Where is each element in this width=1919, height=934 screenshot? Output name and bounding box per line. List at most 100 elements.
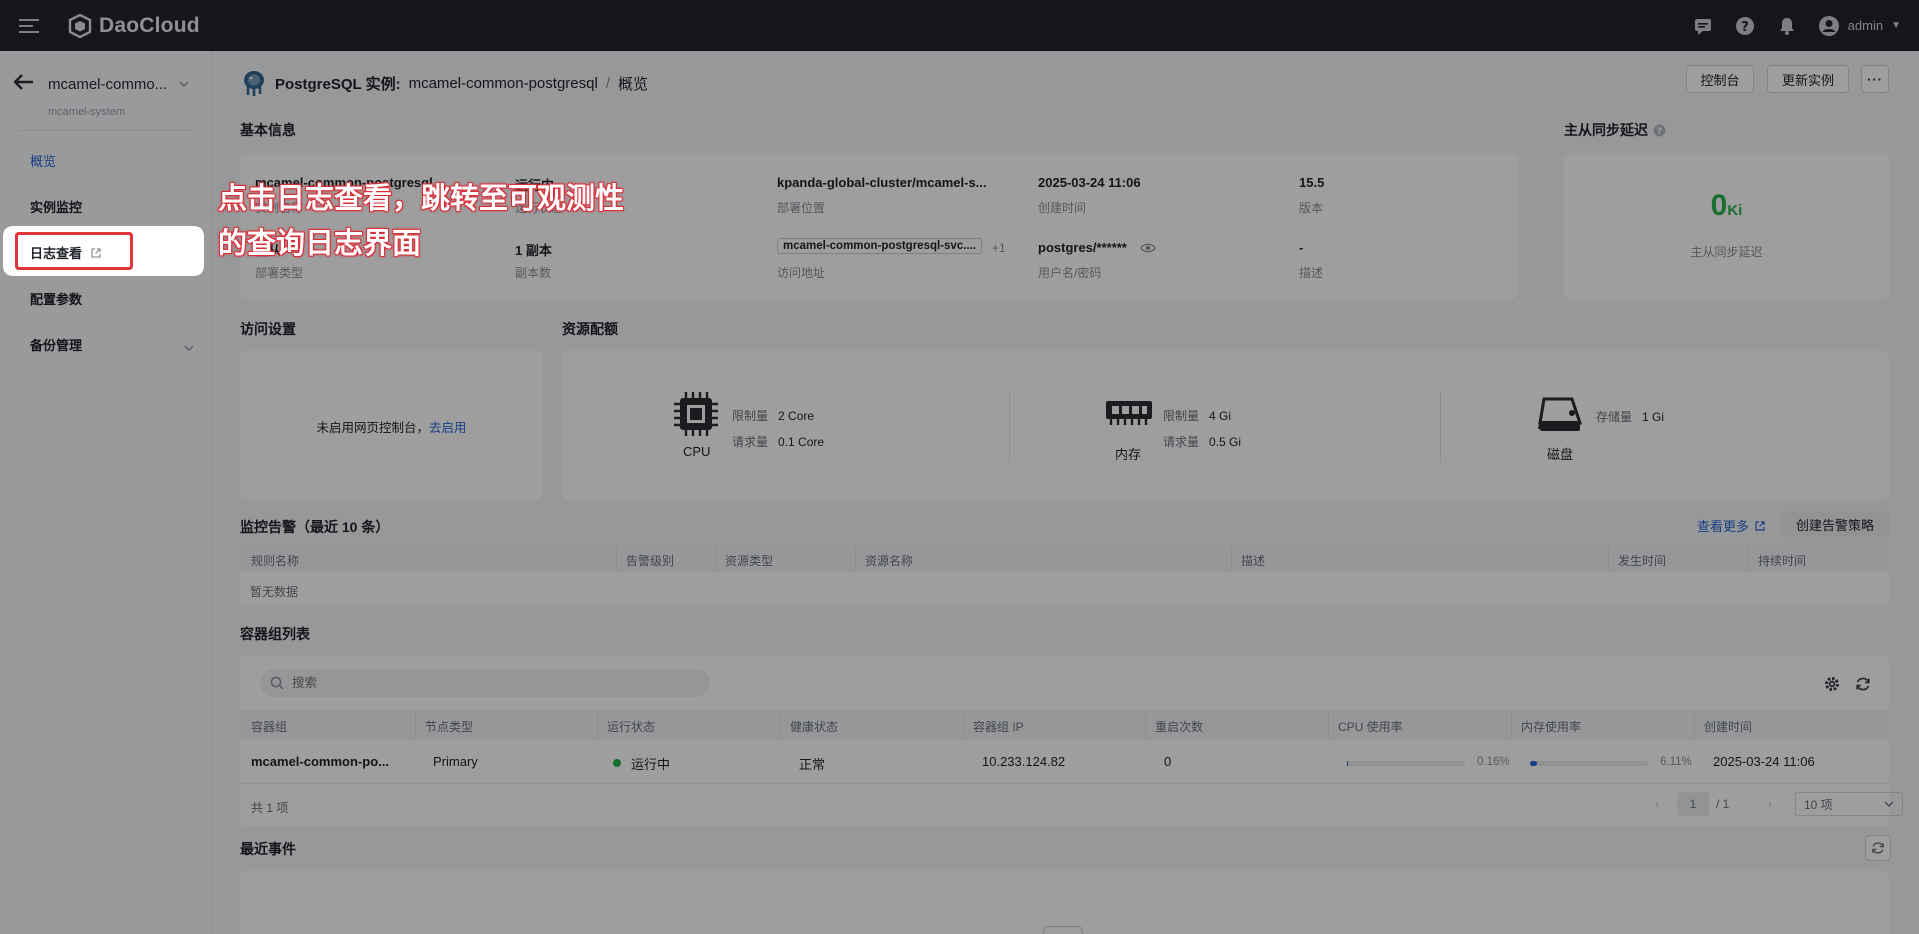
pod-status: 运行中: [631, 757, 671, 772]
access-settings-card: 未启用网页控制台，去启用: [240, 351, 543, 499]
pods-title: 容器组列表: [240, 626, 310, 642]
total-count: 共 1 项: [251, 801, 289, 815]
sidebar-item-overview[interactable]: 概览: [30, 151, 56, 170]
search-box[interactable]: [260, 669, 710, 697]
help-icon[interactable]: ?: [1653, 124, 1666, 137]
page-total: / 1: [1716, 797, 1730, 811]
access-address-more[interactable]: +1: [992, 241, 1006, 255]
location-label: 部署位置: [777, 201, 826, 215]
version-value: 15.5: [1299, 175, 1325, 190]
prev-page-icon[interactable]: ‹: [1655, 797, 1659, 811]
disk-icon: [1538, 397, 1583, 431]
next-page-icon[interactable]: ›: [1768, 797, 1772, 811]
search-icon: [270, 676, 284, 690]
sidebar-item-monitoring[interactable]: 实例监控: [30, 197, 82, 216]
location-value: kpanda-global-cluster/mcamel-s...: [777, 175, 987, 190]
column-header: 规则名称: [251, 554, 300, 568]
column-header: CPU 使用率: [1338, 720, 1403, 734]
memory-usage-bar: [1530, 761, 1648, 766]
highlight-box: [15, 232, 133, 270]
back-arrow-icon[interactable]: [13, 73, 36, 96]
more-button[interactable]: ···: [1861, 65, 1889, 93]
column-header: 资源类型: [725, 554, 774, 568]
sync-delay-value: 0: [1710, 189, 1728, 222]
sidebar-item-config[interactable]: 配置参数: [30, 289, 82, 308]
column-header: 描述: [1241, 554, 1266, 568]
page-input[interactable]: 1: [1677, 792, 1709, 816]
column-header: 重启次数: [1155, 720, 1204, 734]
page-size-select[interactable]: 10 项: [1795, 792, 1903, 816]
update-instance-button[interactable]: 更新实例: [1767, 65, 1849, 93]
status-dot: [613, 759, 621, 767]
column-header: 运行状态: [607, 720, 656, 734]
cpu-usage-fill: [1347, 761, 1349, 766]
sidebar: mcamel-commo... mcamel-system 概览 实例监控 日志…: [0, 51, 212, 934]
menu-icon[interactable]: [19, 18, 39, 33]
refresh-icon[interactable]: [1855, 676, 1871, 692]
refresh-events-button[interactable]: [1865, 835, 1891, 861]
memory-request: 请求量 0.5 Gi: [1163, 433, 1241, 450]
pod-name[interactable]: mcamel-common-po...: [251, 754, 389, 769]
annotation-callout: 点击日志查看，跳转至可观测性 的查询日志界面: [218, 176, 624, 266]
bell-icon[interactable]: [1776, 15, 1798, 37]
column-header: 告警级别: [626, 554, 675, 568]
events-title: 最近事件: [240, 841, 296, 857]
daocloud-logo-icon: [68, 13, 92, 38]
enable-console-link[interactable]: 去启用: [429, 421, 467, 435]
create-alert-button[interactable]: 创建告警策略: [1780, 511, 1890, 537]
breadcrumb-kind: PostgreSQL 实例:: [275, 75, 401, 93]
chevron-down-icon: ▼: [1891, 20, 1901, 31]
pods-table-header: 容器组 节点类型 运行状态 健康状态 容器组 IP 重启次数 CPU 使用率 内…: [240, 710, 1889, 740]
search-input[interactable]: [292, 676, 692, 690]
cpu-limit-label: 限制量: [732, 409, 769, 423]
user-menu[interactable]: admin ▼: [1818, 15, 1901, 37]
help-icon[interactable]: ?: [1734, 15, 1756, 37]
empty-state: 暂无数据: [250, 585, 299, 599]
view-more-link[interactable]: 查看更多: [1697, 516, 1766, 535]
memory-label: 内存: [1115, 447, 1142, 462]
table-row[interactable]: mcamel-common-po... Primary 运行中 正常 10.23…: [240, 740, 1889, 784]
created-time-label: 创建时间: [1038, 201, 1087, 215]
replicas-label: 副本数: [515, 266, 552, 280]
credentials-value: postgres/******: [1038, 240, 1127, 255]
cpu-limit-value: 2 Core: [778, 409, 815, 423]
memory-usage-value: 6.11%: [1660, 756, 1692, 768]
chevron-down-icon[interactable]: [179, 79, 189, 90]
access-settings-title: 访问设置: [240, 321, 296, 337]
alerts-table: 规则名称 告警级别 资源类型 资源名称 描述 发生时间 持续时间 暂无数据: [240, 546, 1889, 604]
memory-limit-value: 4 Gi: [1209, 409, 1232, 423]
external-link-icon: [1755, 520, 1765, 531]
eye-icon[interactable]: [1140, 242, 1156, 257]
column-header: 健康状态: [790, 720, 839, 734]
memory-icon: [1106, 401, 1152, 425]
alerts-table-header: 规则名称 告警级别 资源类型 资源名称 描述 发生时间 持续时间: [240, 546, 1889, 572]
credentials-label: 用户名/密码: [1038, 266, 1102, 280]
sync-delay-title-text: 主从同步延迟: [1564, 122, 1648, 138]
page-size-value: 10 项: [1804, 797, 1833, 812]
resource-quota-card: CPU 限制量 2 Core 请求量 0.1 Core 内存 限制量 4 Gi 请求量…: [562, 351, 1889, 499]
gear-icon[interactable]: [1824, 676, 1840, 692]
postgresql-icon: [244, 71, 264, 96]
instance-selector[interactable]: mcamel-commo...: [48, 76, 167, 93]
events-card: [240, 871, 1889, 934]
access-address-tag[interactable]: mcamel-common-postgresql-svc....: [777, 238, 982, 254]
annotation-line-1: 点击日志查看，跳转至可观测性: [218, 181, 625, 215]
chevron-down-icon[interactable]: [184, 339, 194, 354]
disk-storage-value: 1 Gi: [1642, 410, 1665, 424]
disk-storage: 存储量 1 Gi: [1596, 408, 1664, 425]
console-button[interactable]: 控制台: [1686, 65, 1754, 93]
cpu-usage-bar: [1347, 761, 1465, 766]
sidebar-item-backup[interactable]: 备份管理: [30, 335, 82, 354]
message-icon[interactable]: [1692, 15, 1714, 37]
logo[interactable]: DaoCloud: [67, 13, 200, 39]
cpu-request-label: 请求量: [732, 435, 769, 449]
logo-text: DaoCloud: [99, 13, 200, 37]
breadcrumb-separator: /: [605, 74, 610, 92]
column-header: 发生时间: [1618, 554, 1667, 568]
memory-usage-fill: [1530, 761, 1538, 766]
column-header: 容器组 IP: [973, 720, 1024, 734]
column-header: 持续时间: [1758, 554, 1807, 568]
pod-health: 正常: [799, 757, 826, 772]
divider: [1440, 391, 1441, 463]
breadcrumb-instance[interactable]: mcamel-common-postgresql: [409, 75, 598, 92]
